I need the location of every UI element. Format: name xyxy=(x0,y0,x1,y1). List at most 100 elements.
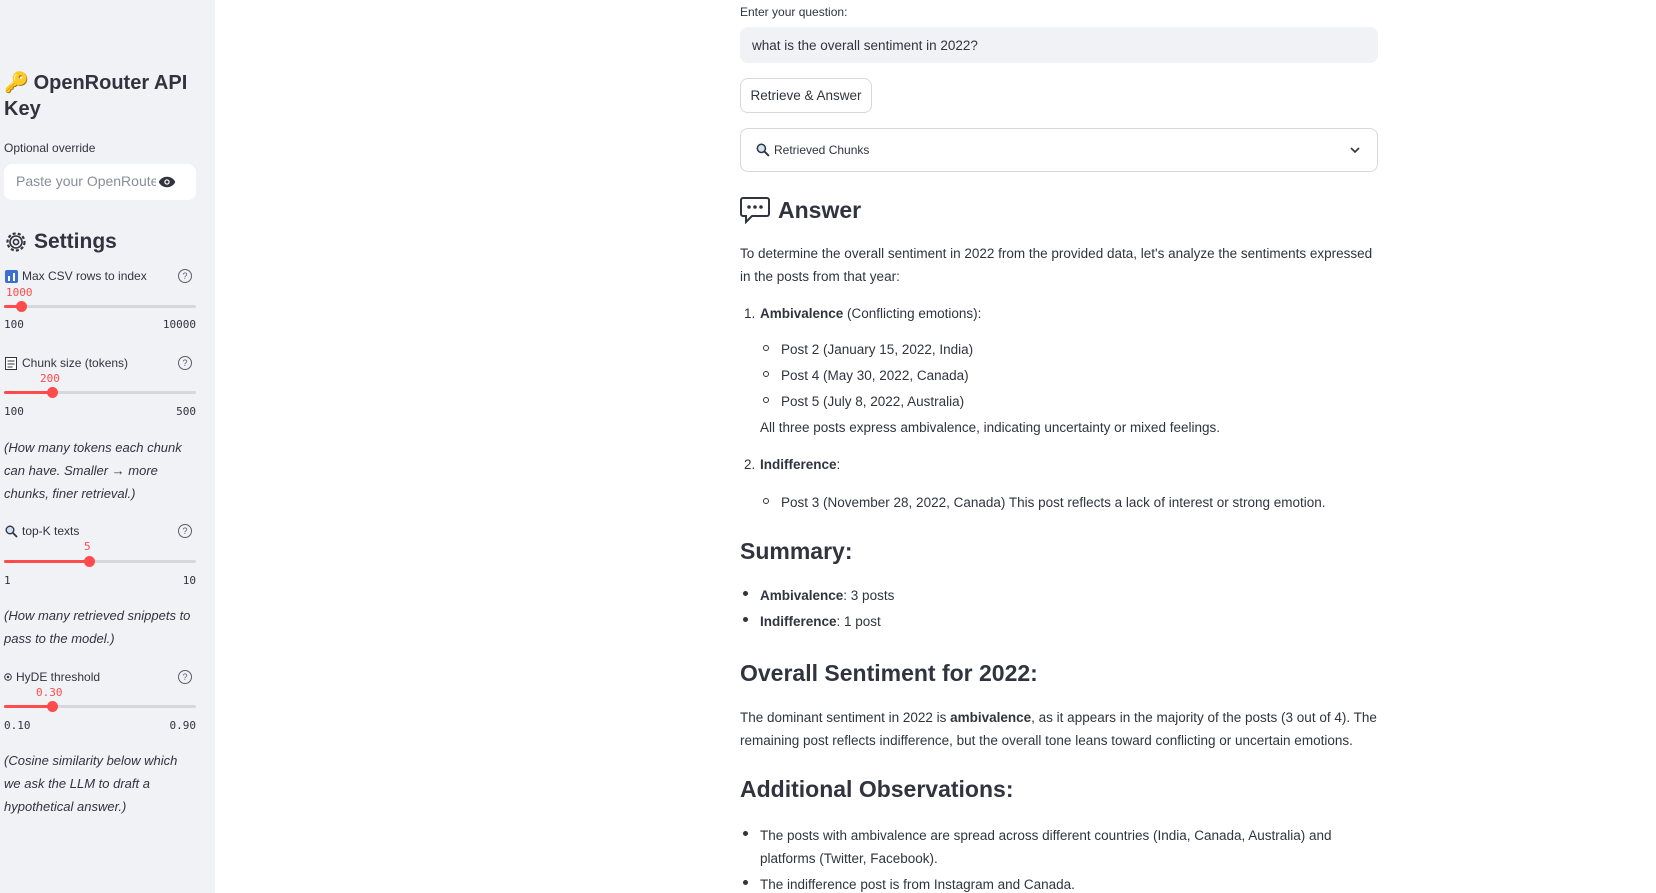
api-key-heading-text: OpenRouter API Key xyxy=(4,72,188,120)
bullet xyxy=(763,498,769,504)
answer-heading: Answer xyxy=(740,196,861,224)
list-item-bold: Indifference xyxy=(760,457,837,472)
slider-max: 10 xyxy=(182,574,196,587)
list-number: 2. xyxy=(744,457,756,472)
slider-label-chunk-size: Chunk size (tokens) ? xyxy=(4,356,196,370)
summary-heading: Summary: xyxy=(740,538,853,564)
retrieved-chunks-expander[interactable]: Retrieved Chunks xyxy=(740,128,1378,172)
slider-value: 0.30 xyxy=(36,686,63,699)
answer-intro: To determine the overall sentiment in 20… xyxy=(740,246,1373,284)
list-item-rest: (Conflicting emotions): xyxy=(843,306,982,321)
slider-thumb[interactable] xyxy=(84,556,96,567)
list-item: Post 5 (July 8, 2022, Australia) xyxy=(781,394,965,409)
slider-min: 1 xyxy=(4,574,11,587)
api-key-input[interactable] xyxy=(16,173,156,189)
slider-label-top-k: top-K texts ? xyxy=(4,524,196,538)
help-icon[interactable]: ? xyxy=(178,670,192,684)
slider-range: 100 500 xyxy=(4,405,196,418)
api-key-sublabel: Optional override xyxy=(4,141,96,155)
slider-label-text: HyDE threshold xyxy=(16,670,101,684)
chart-icon xyxy=(4,269,18,283)
slider-min: 100 xyxy=(4,405,24,418)
slider-thumb[interactable] xyxy=(47,701,58,712)
answer-heading-text: Answer xyxy=(778,196,862,223)
help-icon[interactable]: ? xyxy=(178,356,192,370)
bullet xyxy=(743,591,748,596)
question-input[interactable] xyxy=(740,27,1378,63)
slider-range: 0.10 0.90 xyxy=(4,719,196,732)
overall-sentiment-text: The dominant sentiment in 2022 is ambiva… xyxy=(740,706,1380,752)
overall-sentiment-heading: Overall Sentiment for 2022: xyxy=(740,660,1038,686)
settings-heading-text: Settings xyxy=(34,230,117,253)
summary-item-rest: : 1 post xyxy=(836,614,881,629)
settings-heading: Settings xyxy=(4,230,117,254)
hyde-note: (Cosine similarity below which we ask th… xyxy=(4,753,178,814)
summary-item: Ambivalence: 3 posts xyxy=(760,584,1360,607)
chevron-down-icon[interactable] xyxy=(1349,144,1361,156)
slider-label-max-rows: Max CSV rows to index ? xyxy=(4,269,196,283)
list-item: Post 3 (November 28, 2022, Canada) This … xyxy=(781,495,1326,510)
list-item-rest: : xyxy=(836,457,841,472)
overall-pre: The dominant sentiment in 2022 is xyxy=(740,710,951,725)
list-item: Post 2 (January 15, 2022, India) xyxy=(781,342,974,357)
summary-item-bold: Indifference xyxy=(760,614,837,629)
api-key-heading: 🔑 OpenRouter API Key xyxy=(4,70,196,122)
overall-bold: ambivalence xyxy=(950,710,1032,725)
slider-value: 200 xyxy=(40,372,60,385)
bullet xyxy=(763,345,769,351)
summary-item: Indifference: 1 post xyxy=(760,610,1360,633)
list-item-indifference: Indifference: xyxy=(760,453,1360,476)
bullet xyxy=(763,371,769,377)
slider-range: 1 10 xyxy=(4,574,196,587)
slider-fill xyxy=(4,705,52,708)
bullet xyxy=(763,397,769,403)
sidebar: 🔑 OpenRouter API Key Optional override S… xyxy=(0,0,215,893)
additional-observations-heading: Additional Observations: xyxy=(740,776,1014,802)
list-item-bold: Ambivalence xyxy=(760,306,844,321)
chunk-size-note: (How many tokens each chunk can have. Sm… xyxy=(4,440,182,501)
slider-label-text: top-K texts xyxy=(22,524,80,538)
document-icon xyxy=(4,356,18,370)
retrieve-answer-button[interactable]: Retrieve & Answer xyxy=(740,78,872,113)
bullet xyxy=(743,617,748,622)
magnifier-icon xyxy=(4,524,18,538)
gear-icon xyxy=(6,232,26,252)
hyde-threshold-slider[interactable] xyxy=(4,701,196,712)
slider-max: 0.90 xyxy=(169,719,197,732)
bullet xyxy=(743,831,748,836)
list-item: Post 4 (May 30, 2022, Canada) xyxy=(781,368,969,383)
list-item-ambivalence: Ambivalence (Conflicting emotions): xyxy=(760,302,1360,325)
api-key-field xyxy=(4,164,196,200)
bullet xyxy=(743,880,748,885)
slider-max: 500 xyxy=(176,405,196,418)
ambivalence-note: All three posts express ambivalence, ind… xyxy=(760,420,1220,435)
max-rows-slider[interactable] xyxy=(4,301,196,312)
observation-item: The posts with ambivalence are spread ac… xyxy=(760,828,1332,866)
expander-label: Retrieved Chunks xyxy=(774,143,870,157)
list-number: 1. xyxy=(744,306,756,321)
question-label: Enter your question: xyxy=(740,5,848,19)
slider-label-text: Max CSV rows to index xyxy=(22,269,147,283)
help-icon[interactable]: ? xyxy=(178,524,192,538)
summary-item-bold: Ambivalence xyxy=(760,588,844,603)
chunk-size-slider[interactable] xyxy=(4,387,196,398)
slider-fill xyxy=(4,560,90,563)
slider-label-hyde: HyDE threshold ? xyxy=(4,670,196,684)
key-icon: 🔑 xyxy=(4,72,29,94)
top-k-slider[interactable] xyxy=(4,556,196,567)
slider-thumb[interactable] xyxy=(47,387,58,398)
slider-min: 100 xyxy=(4,318,24,331)
slider-value: 5 xyxy=(84,540,91,553)
sparkle-icon xyxy=(4,670,12,684)
observation-item: The indifference post is from Instagram … xyxy=(760,877,1075,892)
top-k-note: (How many retrieved snippets to pass to … xyxy=(4,608,191,646)
slider-thumb[interactable] xyxy=(16,301,28,312)
slider-max: 10000 xyxy=(162,318,196,331)
slider-min: 0.10 xyxy=(4,719,31,732)
slider-value: 1000 xyxy=(6,286,33,299)
speech-bubble-icon xyxy=(740,197,770,224)
slider-range: 100 10000 xyxy=(4,318,196,331)
eye-icon[interactable] xyxy=(158,175,176,189)
help-icon[interactable]: ? xyxy=(178,269,192,283)
slider-label-text: Chunk size (tokens) xyxy=(22,356,129,370)
